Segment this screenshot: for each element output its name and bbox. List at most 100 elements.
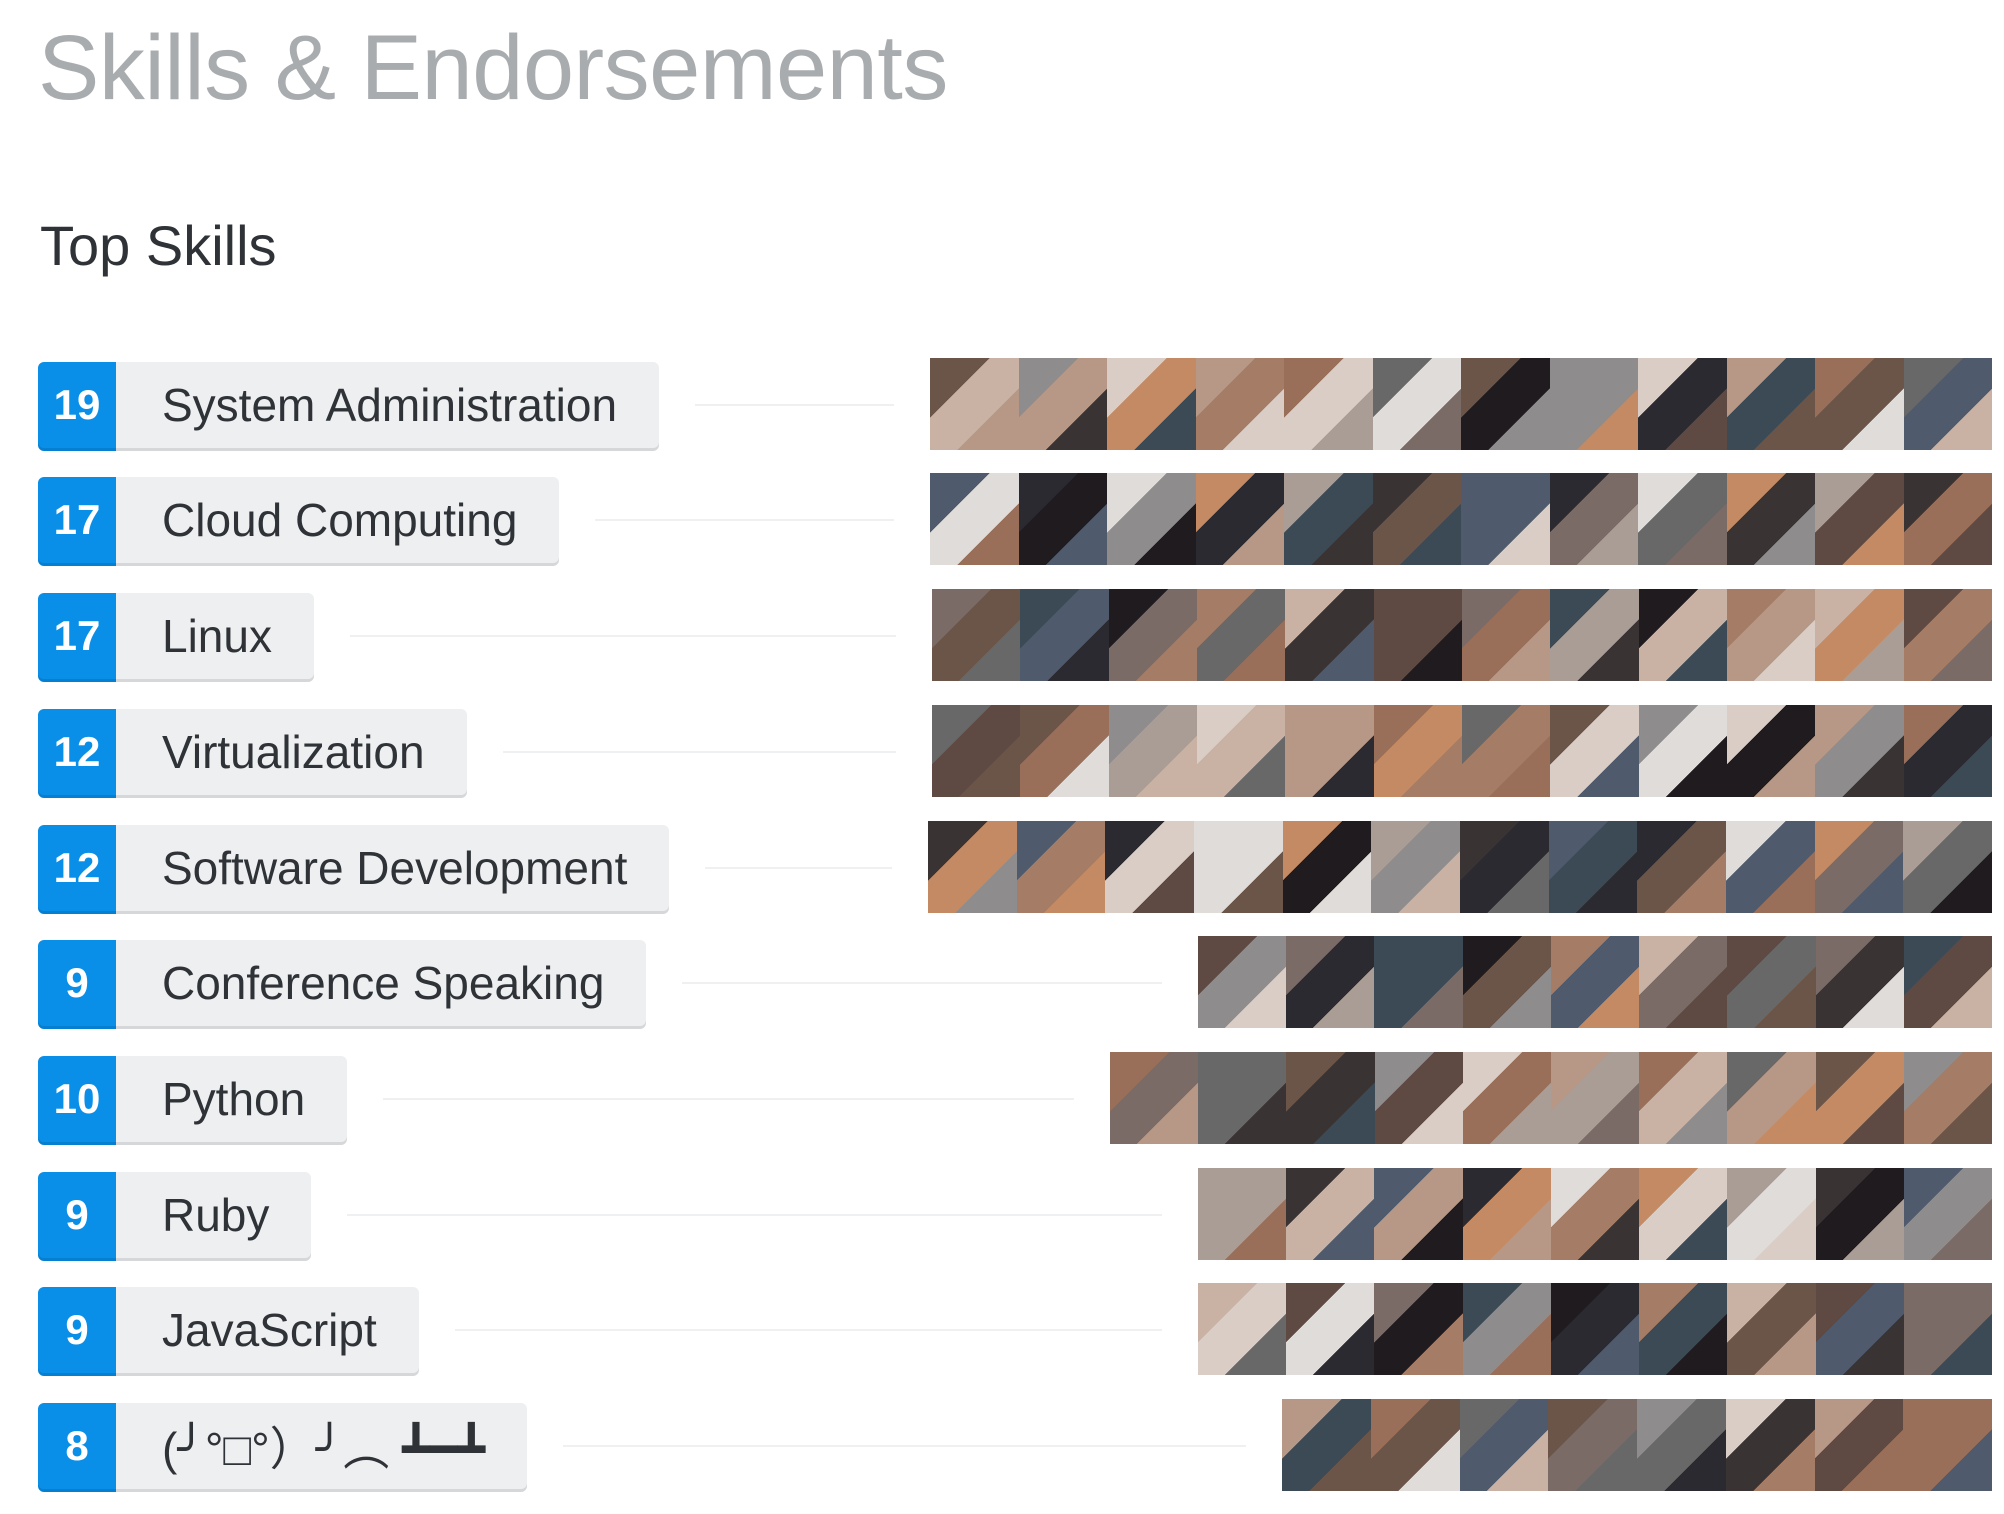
skill-pill[interactable]: 17 Linux — [38, 593, 314, 679]
endorser-avatar[interactable] — [1637, 821, 1726, 913]
endorser-avatar[interactable] — [1725, 1399, 1815, 1491]
endorser-avatar[interactable] — [1727, 936, 1816, 1028]
endorser-avatar[interactable] — [1370, 1399, 1460, 1491]
endorser-avatar[interactable] — [1550, 589, 1639, 681]
endorser-avatar[interactable] — [1549, 473, 1638, 565]
endorser-avatar[interactable] — [1639, 1168, 1728, 1260]
endorser-avatars[interactable] — [928, 821, 1992, 913]
endorsement-count-badge[interactable]: 17 — [38, 593, 116, 679]
endorsement-count-badge[interactable]: 10 — [38, 1056, 116, 1142]
endorser-avatar[interactable] — [1814, 821, 1904, 913]
endorsement-count-badge[interactable]: 19 — [38, 362, 116, 448]
endorser-avatar[interactable] — [932, 705, 1021, 797]
endorser-avatar[interactable] — [1198, 1168, 1287, 1260]
skill-pill[interactable]: 12 Software Development — [38, 825, 670, 911]
endorser-avatar[interactable] — [1903, 589, 1992, 681]
endorser-avatar[interactable] — [1284, 473, 1373, 565]
endorser-avatar[interactable] — [930, 358, 1019, 450]
endorser-avatar[interactable] — [1373, 705, 1462, 797]
endorser-avatar[interactable] — [1903, 936, 1992, 1028]
endorser-avatar[interactable] — [1903, 1168, 1992, 1260]
endorser-avatar[interactable] — [1815, 936, 1904, 1028]
endorser-avatar[interactable] — [1638, 473, 1727, 565]
skill-name[interactable]: Virtualization — [116, 709, 467, 795]
endorser-avatar[interactable] — [1286, 1168, 1375, 1260]
endorser-avatar[interactable] — [1107, 473, 1196, 565]
endorser-avatar[interactable] — [1639, 1052, 1728, 1144]
endorser-avatar[interactable] — [1548, 821, 1638, 913]
endorser-avatar[interactable] — [1727, 1168, 1816, 1260]
endorser-avatar[interactable] — [1637, 1399, 1726, 1491]
endorser-avatar[interactable] — [1374, 936, 1463, 1028]
endorser-avatar[interactable] — [1727, 1283, 1816, 1375]
endorsement-count-badge[interactable]: 9 — [38, 1287, 116, 1373]
endorser-avatars[interactable] — [932, 589, 1992, 681]
endorser-avatar[interactable] — [1638, 705, 1727, 797]
endorser-avatar[interactable] — [1814, 1399, 1904, 1491]
endorser-avatar[interactable] — [1461, 473, 1550, 565]
endorser-avatar[interactable] — [1371, 821, 1460, 913]
endorser-avatar[interactable] — [1018, 473, 1107, 565]
endorser-avatar[interactable] — [1195, 473, 1284, 565]
endorser-avatar[interactable] — [928, 821, 1017, 913]
skill-pill[interactable]: 9 Ruby — [38, 1172, 312, 1258]
endorser-avatar[interactable] — [1903, 705, 1992, 797]
endorser-avatar[interactable] — [1198, 936, 1287, 1028]
endorsement-count-badge[interactable]: 9 — [38, 1172, 116, 1258]
endorser-avatar[interactable] — [932, 589, 1021, 681]
endorser-avatar[interactable] — [1903, 1399, 1992, 1491]
endorser-avatar[interactable] — [1815, 705, 1904, 797]
endorser-avatar[interactable] — [1639, 936, 1728, 1028]
endorser-avatar[interactable] — [1374, 1283, 1463, 1375]
skill-name[interactable]: Linux — [116, 593, 314, 679]
endorser-avatar[interactable] — [1550, 1052, 1640, 1144]
endorser-avatars[interactable] — [1198, 936, 1992, 1028]
endorser-avatar[interactable] — [1105, 821, 1194, 913]
endorser-avatar[interactable] — [1195, 358, 1284, 450]
endorsement-count-badge[interactable]: 12 — [38, 709, 116, 795]
endorser-avatar[interactable] — [1108, 705, 1197, 797]
endorser-avatars[interactable] — [930, 473, 1992, 565]
endorser-avatar[interactable] — [1726, 705, 1816, 797]
endorser-avatar[interactable] — [1372, 358, 1461, 450]
endorser-avatar[interactable] — [1018, 358, 1107, 450]
endorser-avatar[interactable] — [1107, 358, 1196, 450]
skill-pill[interactable]: 17 Cloud Computing — [38, 477, 560, 563]
endorser-avatar[interactable] — [1903, 473, 1992, 565]
endorser-avatar[interactable] — [1903, 358, 1992, 450]
endorser-avatars[interactable] — [1110, 1052, 1992, 1144]
endorser-avatar[interactable] — [1550, 1283, 1640, 1375]
endorser-avatar[interactable] — [1108, 589, 1197, 681]
skill-name[interactable]: Python — [116, 1056, 348, 1142]
endorser-avatar[interactable] — [1903, 1283, 1992, 1375]
endorser-avatar[interactable] — [1198, 1052, 1287, 1144]
endorser-avatar[interactable] — [1020, 705, 1109, 797]
endorser-avatars[interactable] — [932, 705, 1992, 797]
endorser-avatar[interactable] — [1020, 589, 1109, 681]
endorser-avatar[interactable] — [1639, 1283, 1728, 1375]
skill-pill[interactable]: 8 (╯°□°）╯︵ ┻━┻ — [38, 1403, 528, 1489]
endorser-avatar[interactable] — [1815, 589, 1904, 681]
endorser-avatar[interactable] — [1285, 589, 1374, 681]
endorsement-count-badge[interactable]: 17 — [38, 477, 116, 563]
endorser-avatar[interactable] — [1638, 589, 1727, 681]
endorser-avatar[interactable] — [1815, 1052, 1904, 1144]
endorser-avatars[interactable] — [1198, 1168, 1992, 1260]
skill-pill[interactable]: 10 Python — [38, 1056, 348, 1142]
endorser-avatar[interactable] — [1196, 705, 1286, 797]
endorser-avatar[interactable] — [1725, 821, 1815, 913]
endorser-avatar[interactable] — [1193, 821, 1283, 913]
skill-pill[interactable]: 12 Virtualization — [38, 709, 467, 795]
endorser-avatar[interactable] — [1550, 705, 1639, 797]
endorser-avatars[interactable] — [930, 358, 1992, 450]
endorser-avatar[interactable] — [930, 473, 1019, 565]
endorser-avatars[interactable] — [1198, 1283, 1992, 1375]
skill-name[interactable]: Cloud Computing — [116, 477, 560, 563]
endorser-avatar[interactable] — [1016, 821, 1106, 913]
skill-name[interactable]: Conference Speaking — [116, 940, 647, 1026]
endorser-avatar[interactable] — [1461, 589, 1551, 681]
endorser-avatar[interactable] — [1374, 1052, 1463, 1144]
skill-name[interactable]: JavaScript — [116, 1287, 419, 1373]
endorser-avatar[interactable] — [1110, 1052, 1199, 1144]
endorser-avatar[interactable] — [1196, 589, 1286, 681]
